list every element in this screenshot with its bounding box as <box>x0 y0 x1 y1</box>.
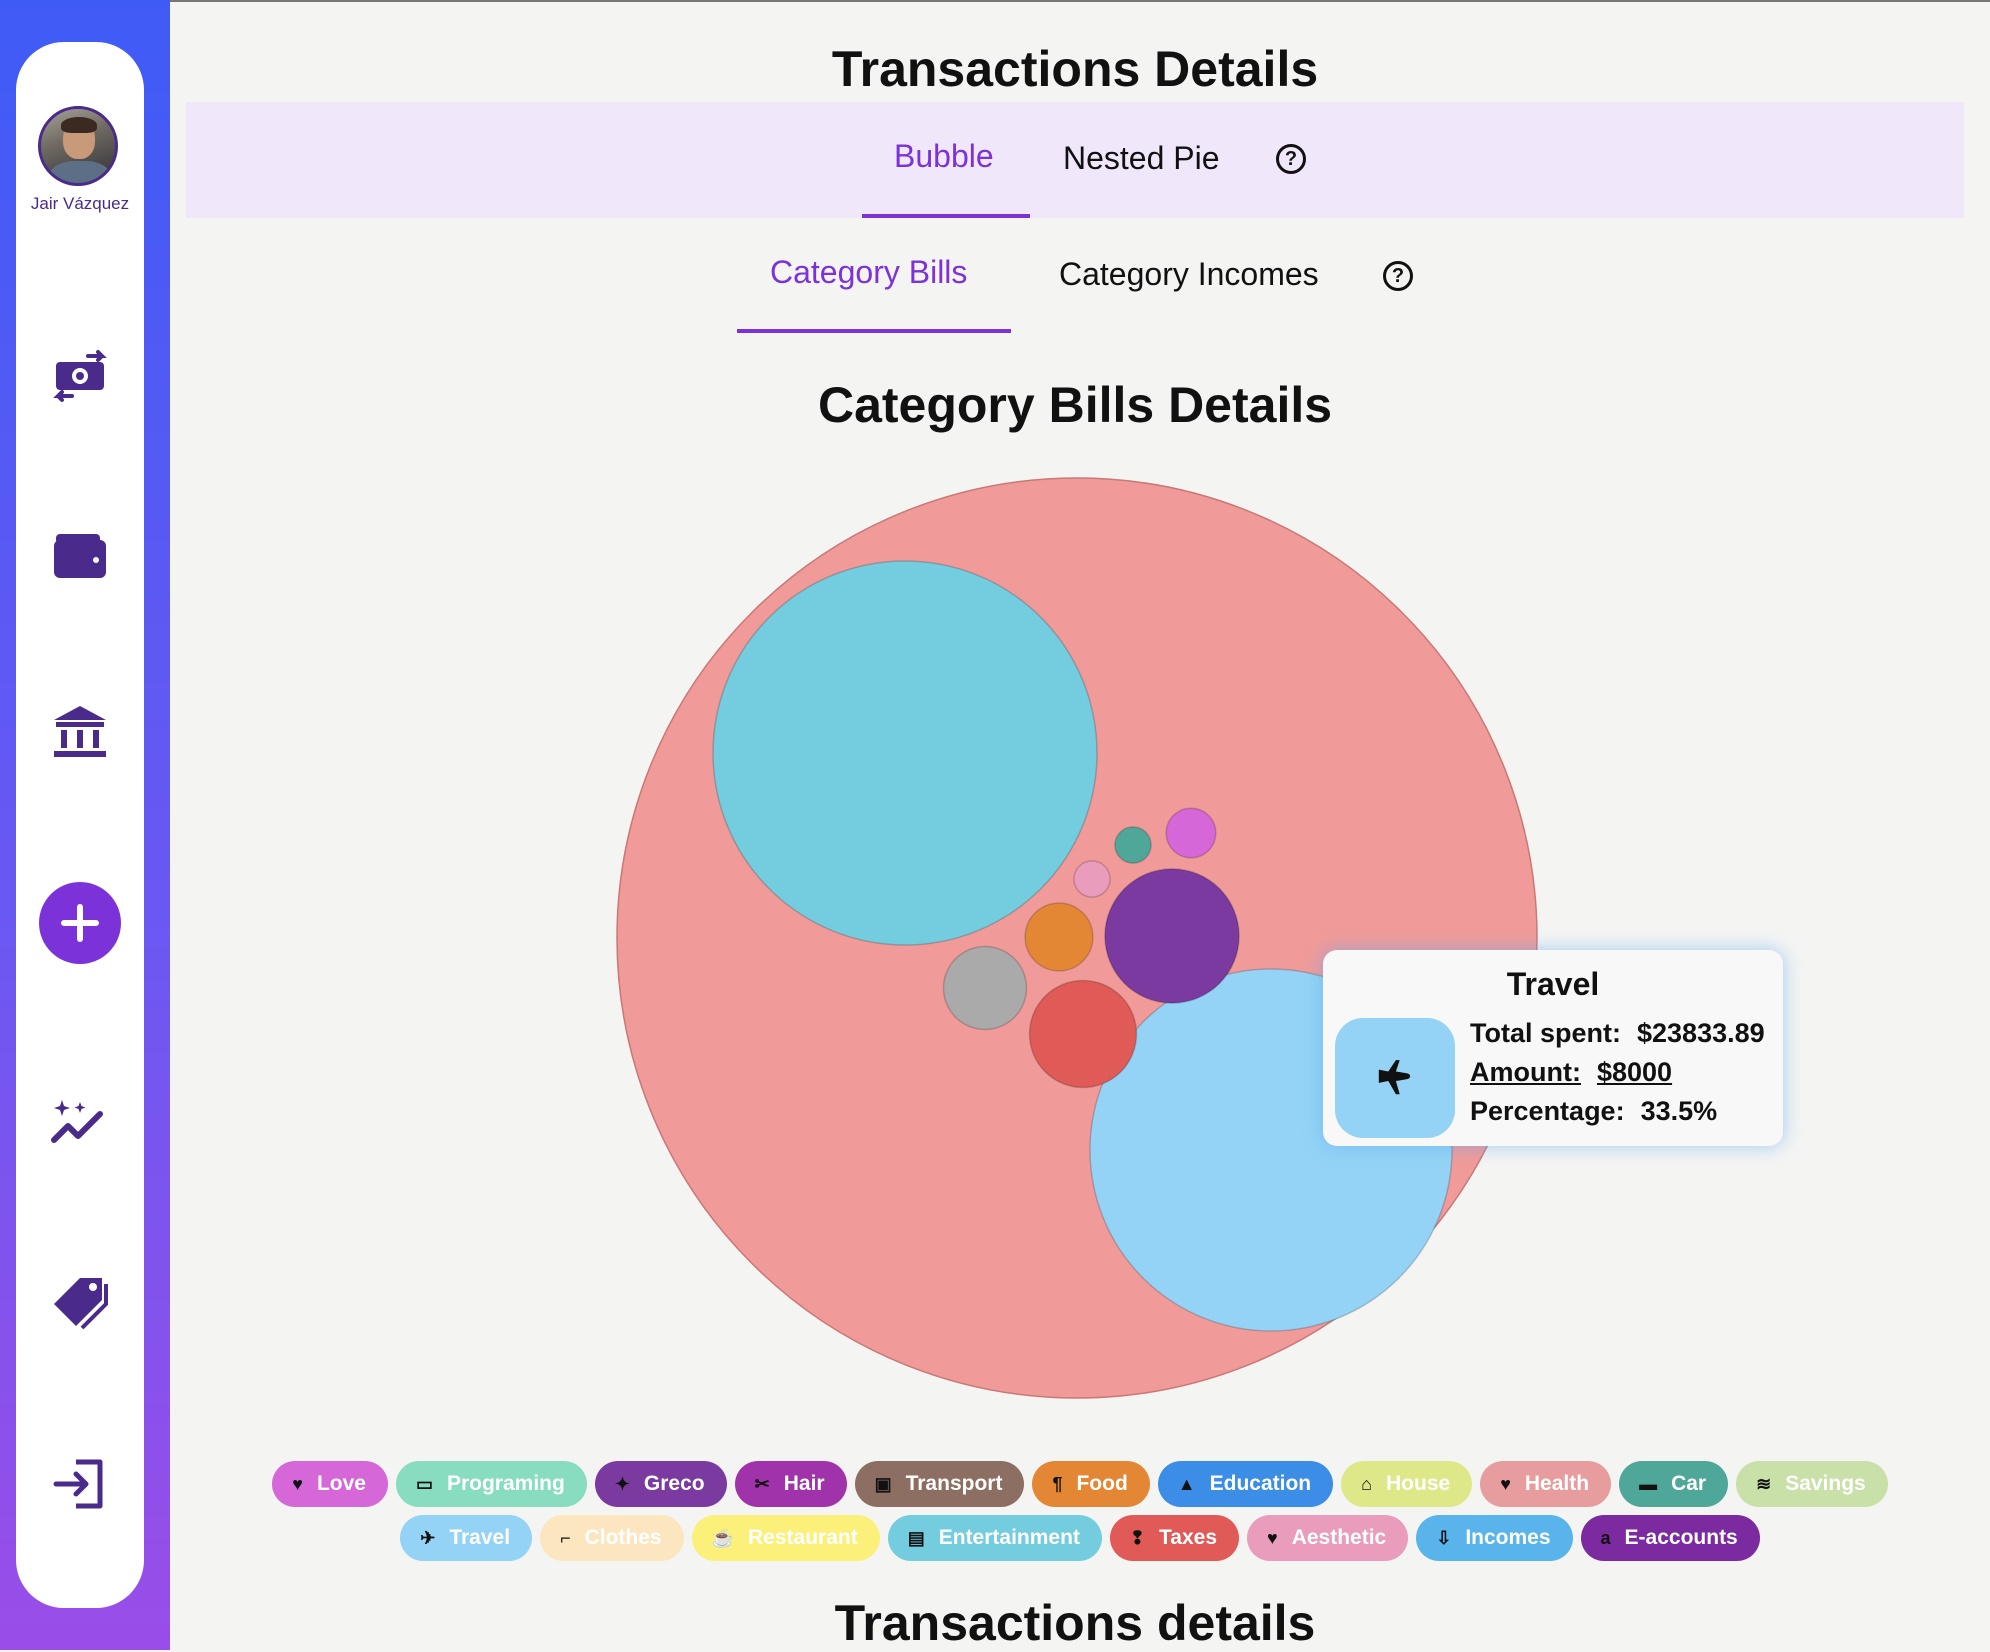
tooltip-icon-tile <box>1335 1018 1455 1138</box>
tooltip-amount-label: Amount: <box>1470 1057 1581 1087</box>
legend-chip[interactable]: ♥ Love <box>272 1461 388 1507</box>
tooltip-percentage-value: 33.5% <box>1640 1096 1718 1126</box>
legend-chip-label: Taxes <box>1159 1526 1218 1549</box>
legend-chip-icon: ⌂ <box>1361 1473 1372 1494</box>
legend-chip[interactable]: ⇩ Incomes <box>1416 1515 1573 1561</box>
logout-icon[interactable] <box>50 1454 110 1514</box>
legend-chip-label: Programing <box>446 1472 565 1495</box>
legend-chip-label: Health <box>1524 1472 1590 1495</box>
avatar-hair <box>61 117 97 133</box>
bubble[interactable] <box>942 945 1028 1031</box>
legend-chip[interactable]: ▣ Transport <box>854 1461 1025 1507</box>
legend-chip-icon: ✂ <box>754 1473 770 1494</box>
legend-chip-icon: ⇩ <box>1436 1527 1452 1548</box>
legend-chip-icon: ▣ <box>874 1473 892 1494</box>
legend-chip[interactable]: a E-accounts <box>1580 1515 1760 1561</box>
legend-chip-label: E-accounts <box>1624 1526 1738 1549</box>
legend-chip-icon: a <box>1600 1527 1611 1548</box>
tooltip-amount-value: $8000 <box>1596 1057 1673 1087</box>
transactions-details-heading: Transactions details <box>834 1595 1316 1651</box>
tooltip-total-row: Total spent: $23833.89 <box>1470 1018 1765 1049</box>
legend-chip[interactable]: ♥ Aesthetic <box>1247 1515 1409 1561</box>
sidebar: Jair Vázquez <box>16 42 144 1608</box>
sidebar-rail: Jair Vázquez <box>0 0 170 1650</box>
legend-chip-label: Food <box>1076 1472 1128 1495</box>
add-button[interactable] <box>39 882 121 964</box>
legend-chip[interactable]: ▬ Car <box>1619 1461 1729 1507</box>
sparkle-chart-icon[interactable] <box>50 1092 110 1152</box>
legend-chip-label: Love <box>316 1472 366 1495</box>
legend-chip-label: Entertainment <box>938 1526 1080 1549</box>
tags-icon[interactable] <box>50 1272 110 1332</box>
tooltip-percentage-label: Percentage: <box>1470 1096 1625 1126</box>
bubble[interactable] <box>1073 860 1111 898</box>
user-name: Jair Vázquez <box>30 194 130 213</box>
legend-chip[interactable]: ✂ Hair <box>734 1461 847 1507</box>
legend-chip[interactable]: ▭ Programing <box>395 1461 587 1507</box>
legend-chip-icon: ▲ <box>1177 1473 1196 1494</box>
legend-chip-icon: ⌐ <box>560 1527 571 1548</box>
legend-chip-icon: ▬ <box>1639 1473 1658 1494</box>
tooltip-amount-row: Amount: $8000 <box>1470 1057 1672 1088</box>
add-icon <box>61 904 99 942</box>
bubble[interactable] <box>712 560 1098 946</box>
legend-chip-label: Greco <box>643 1472 705 1495</box>
tooltip-total-label: Total spent: <box>1470 1018 1621 1048</box>
legend-chip-label: Aesthetic <box>1291 1526 1387 1549</box>
bubble[interactable] <box>1104 868 1240 1004</box>
legend-chip-icon: ▤ <box>907 1527 925 1548</box>
bubble[interactable] <box>1114 826 1152 864</box>
legend-chip[interactable]: ¶ Food <box>1032 1461 1150 1507</box>
bubble[interactable] <box>1028 979 1138 1089</box>
legend-chip-label: House <box>1386 1472 1451 1495</box>
avatar[interactable] <box>38 106 118 186</box>
avatar-body <box>49 161 111 183</box>
legend-chip-icon: ✈ <box>420 1527 436 1548</box>
legend-chip[interactable]: ♥ Health <box>1480 1461 1612 1507</box>
legend-chip-label: Savings <box>1785 1472 1866 1495</box>
main-content: Transactions Details Bubble Nested Pie ?… <box>170 0 1990 1651</box>
legend-chip-label: Incomes <box>1465 1526 1551 1549</box>
legend-chip[interactable]: ✈ Travel <box>400 1515 533 1561</box>
legend-chip-label: Restaurant <box>748 1526 858 1549</box>
legend-chip[interactable]: ⌂ House <box>1341 1461 1473 1507</box>
bubble-tooltip: Travel Total spent: $23833.89 Amount: $800… <box>1323 950 1783 1146</box>
legend-chip-label: Clothes <box>584 1526 662 1549</box>
bubble-chart <box>616 477 1538 1399</box>
legend-chip-label: Hair <box>783 1472 825 1495</box>
legend-chip-icon: ☕ <box>711 1527 735 1548</box>
legend-chip[interactable]: ▤ Entertainment <box>887 1515 1102 1561</box>
legend-chip-icon: ❢ <box>1129 1527 1146 1548</box>
airplane-icon <box>1378 1060 1411 1095</box>
legend-chip-icon: ♥ <box>1267 1527 1278 1548</box>
tooltip-title: Travel <box>1506 966 1600 1002</box>
legend-chip[interactable]: ✦ Greco <box>594 1461 727 1507</box>
legend-chip-label: Travel <box>449 1526 511 1549</box>
legend-chip-icon: ¶ <box>1052 1473 1063 1494</box>
legend-chip[interactable]: ▲ Education <box>1157 1461 1334 1507</box>
legend-chip[interactable]: ❢ Taxes <box>1109 1515 1240 1561</box>
legend-chip-icon: ✦ <box>614 1473 630 1494</box>
legend-chip[interactable]: ≋ Savings <box>1736 1461 1888 1507</box>
legend-chip-label: Car <box>1671 1472 1707 1495</box>
tooltip-total-value: $23833.89 <box>1637 1018 1765 1048</box>
bubble[interactable] <box>1165 807 1217 859</box>
bank-icon[interactable] <box>50 702 110 762</box>
legend-chip[interactable]: ⌐ Clothes <box>540 1515 684 1561</box>
legend-chip-icon: ▭ <box>415 1473 433 1494</box>
legend-chip-label: Transport <box>905 1472 1003 1495</box>
money-exchange-icon[interactable] <box>50 346 110 406</box>
legend-chip-icon: ♥ <box>292 1473 303 1494</box>
legend-chip[interactable]: ☕ Restaurant <box>691 1515 880 1561</box>
legend-chip-label: Education <box>1209 1472 1312 1495</box>
legend-row: ✈ Travel ⌐ Clothes ☕ Restaurant ▤ Entertainment… <box>170 1515 1990 1561</box>
legend-chip-icon: ♥ <box>1500 1473 1511 1494</box>
legend-chip-icon: ≋ <box>1756 1473 1772 1494</box>
bubble[interactable] <box>1024 902 1094 972</box>
legend-row: ♥ Love ▭ Programing ✦ Greco ✂ Hair ▣ Transport ¶ Fo… <box>170 1461 1990 1507</box>
wallet-icon[interactable] <box>50 526 110 586</box>
tooltip-percentage-row: Percentage: 33.5% <box>1470 1096 1717 1127</box>
